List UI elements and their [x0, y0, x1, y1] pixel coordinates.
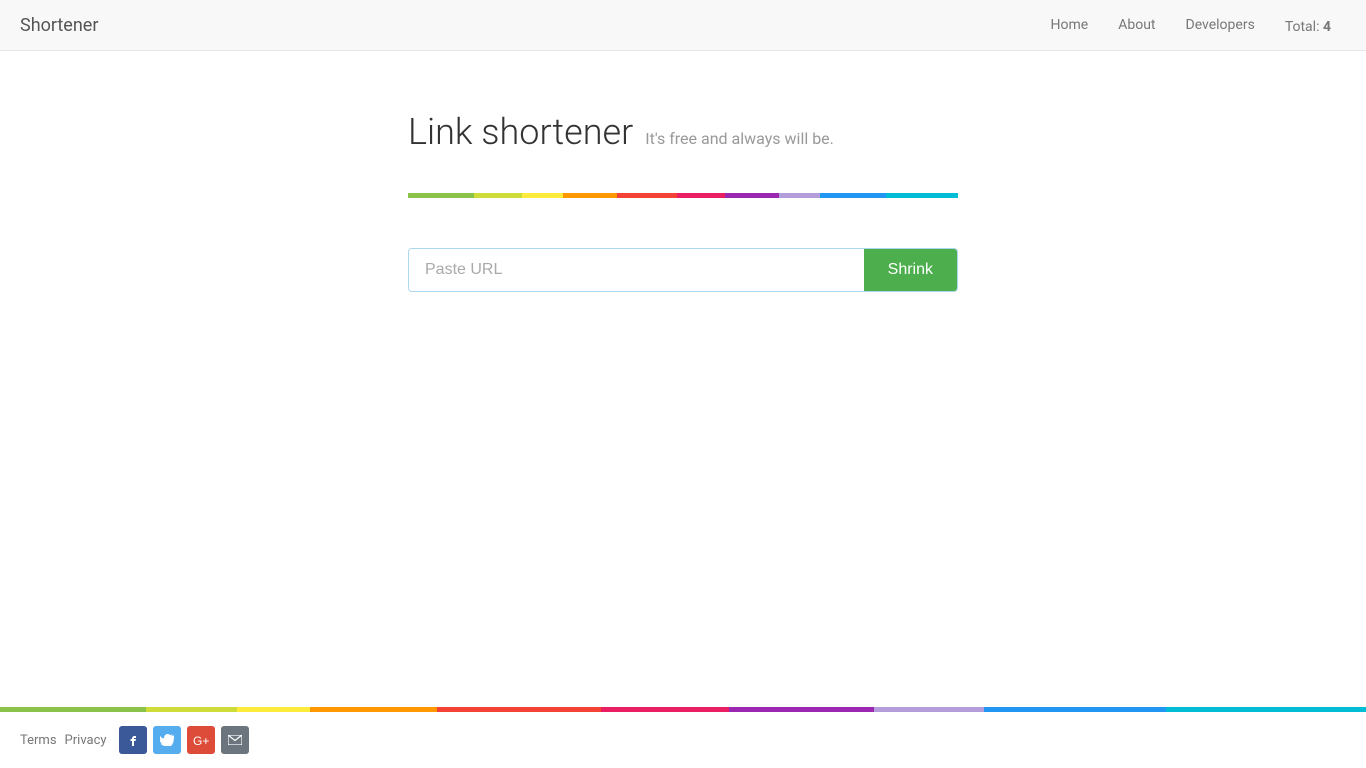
- footer-rb-purple: [729, 707, 875, 712]
- hero-title: Link shortener: [408, 111, 633, 153]
- footer-privacy[interactable]: Privacy: [65, 733, 107, 748]
- footer-rainbow-bar: [0, 707, 1366, 712]
- social-email-icon[interactable]: [221, 726, 249, 754]
- rainbow-yellow-green: [474, 193, 522, 198]
- footer-links: Terms Privacy G+: [0, 712, 1366, 768]
- hero-rainbow-bar: [408, 193, 958, 198]
- footer-rb-yellow: [237, 707, 310, 712]
- social-google-icon[interactable]: G+: [187, 726, 215, 754]
- footer-rb-orange: [310, 707, 438, 712]
- nav-about[interactable]: About: [1103, 2, 1170, 48]
- main-content: Link shortener It's free and always will…: [0, 51, 1366, 707]
- rainbow-pink: [677, 193, 725, 198]
- footer: Terms Privacy G+: [0, 707, 1366, 768]
- footer-rb-cyan: [1166, 707, 1366, 712]
- svg-text:G+: G+: [193, 734, 209, 746]
- rainbow-purple: [725, 193, 779, 198]
- hero-subtitle: It's free and always will be.: [645, 129, 834, 148]
- social-twitter-icon[interactable]: [153, 726, 181, 754]
- rainbow-cyan: [886, 193, 958, 198]
- footer-rb-blue: [984, 707, 1166, 712]
- nav-links: Home About Developers Total: 4: [1036, 2, 1346, 48]
- url-input[interactable]: [409, 249, 864, 291]
- rainbow-green: [408, 193, 474, 198]
- shrink-button[interactable]: Shrink: [864, 249, 957, 291]
- social-icons: G+: [119, 726, 249, 754]
- rainbow-yellow: [522, 193, 564, 198]
- footer-rb-yellow-green: [146, 707, 237, 712]
- navbar: Shortener Home About Developers Total: 4: [0, 0, 1366, 51]
- brand-logo[interactable]: Shortener: [20, 15, 98, 36]
- hero-title-row: Link shortener It's free and always will…: [408, 111, 958, 153]
- nav-home[interactable]: Home: [1036, 2, 1104, 48]
- url-form: Shrink: [408, 248, 958, 292]
- footer-rb-pink: [601, 707, 729, 712]
- rainbow-orange: [563, 193, 617, 198]
- nav-total: Total: 4: [1270, 4, 1346, 50]
- footer-rb-lavender: [874, 707, 983, 712]
- footer-rb-red: [437, 707, 601, 712]
- hero-section: Link shortener It's free and always will…: [408, 111, 958, 198]
- rainbow-red: [617, 193, 677, 198]
- nav-developers[interactable]: Developers: [1171, 2, 1270, 48]
- footer-terms[interactable]: Terms: [20, 733, 57, 748]
- rainbow-lavender: [779, 193, 821, 198]
- footer-rb-green: [0, 707, 146, 712]
- rainbow-blue: [820, 193, 886, 198]
- social-facebook-icon[interactable]: [119, 726, 147, 754]
